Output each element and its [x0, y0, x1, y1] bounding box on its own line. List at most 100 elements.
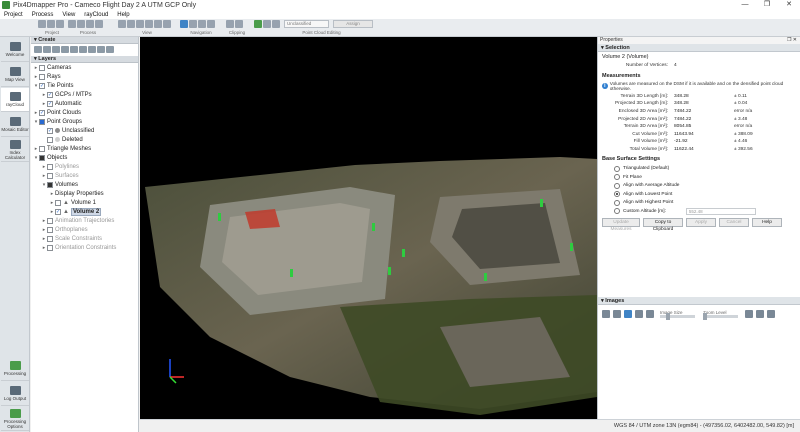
sidebar-item-raycloud[interactable]: rayCloud: [1, 88, 29, 112]
layer-surfaces[interactable]: ▸ Surfaces: [31, 171, 138, 180]
checkbox[interactable]: [47, 163, 53, 170]
selection-header[interactable]: ▾ Selection: [598, 44, 800, 52]
checkbox[interactable]: ✓: [47, 127, 53, 134]
layers-section-header[interactable]: ▾ Layers: [31, 56, 138, 63]
cancel-button[interactable]: Cancel: [719, 218, 749, 228]
layer-tie-points[interactable]: ▾ ✓ Tie Points: [31, 81, 138, 90]
cloud-processing-icon[interactable]: [95, 20, 103, 28]
radio-option[interactable]: Align with Average Altitude: [598, 181, 800, 190]
layer-cameras[interactable]: ▸ Cameras: [31, 63, 138, 72]
checkbox[interactable]: [55, 199, 61, 206]
radio-button[interactable]: [614, 199, 620, 206]
custom-altitude-input[interactable]: 552.48: [685, 207, 756, 215]
delete-icon[interactable]: [97, 46, 105, 53]
checkbox[interactable]: [39, 154, 45, 161]
pan-icon[interactable]: [198, 20, 206, 28]
layer-objects[interactable]: ▾ Objects: [31, 153, 138, 162]
minimize-icon[interactable]: —: [734, 0, 756, 10]
checkbox[interactable]: [39, 145, 45, 152]
layer-scale-constraints[interactable]: ▸ Scale Constraints: [31, 234, 138, 243]
help-button[interactable]: Help: [752, 218, 782, 228]
sidebar-item-index-calculator[interactable]: Index Calculator: [1, 138, 29, 162]
process-options-icon[interactable]: [68, 20, 76, 28]
start-processing-icon[interactable]: [77, 20, 85, 28]
checkbox[interactable]: [47, 181, 53, 188]
checkbox[interactable]: [47, 226, 53, 233]
polyline-icon[interactable]: [43, 46, 51, 53]
trackball-icon[interactable]: [180, 20, 188, 28]
copy-to-clipboard-button[interactable]: Copy to Clipboard: [643, 218, 683, 232]
layer-display-properties[interactable]: ▸ Display Properties: [31, 189, 138, 198]
checkbox[interactable]: [47, 136, 53, 143]
local-processing-icon[interactable]: [86, 20, 94, 28]
radio-button[interactable]: [614, 165, 620, 172]
checkbox[interactable]: ✓: [39, 109, 45, 116]
radio-button[interactable]: [614, 208, 620, 215]
layer-point-clouds[interactable]: ▸ ✓ Point Clouds: [31, 108, 138, 117]
checkbox[interactable]: ✓: [39, 82, 45, 89]
sidebar-item-mosaic-editor[interactable]: Mosaic Editor: [1, 113, 29, 137]
slider-knob[interactable]: [703, 313, 707, 320]
orientation-constraint-icon[interactable]: [79, 46, 87, 53]
zoom-out-icon[interactable]: [127, 20, 135, 28]
view-front-icon[interactable]: [154, 20, 162, 28]
select-points-icon[interactable]: [263, 20, 271, 28]
zoom-fit-icon[interactable]: [136, 20, 144, 28]
zoom-in-icon[interactable]: [745, 310, 753, 318]
clipping-edit-icon[interactable]: [235, 20, 243, 28]
update-measures-button[interactable]: Update Measures: [602, 218, 640, 232]
layer-deleted[interactable]: Deleted: [31, 135, 138, 144]
sidebar-item-processing-options[interactable]: Processing Options: [1, 407, 29, 431]
import-icon[interactable]: [88, 46, 96, 53]
filter-icon[interactable]: [613, 310, 621, 318]
scale-constraint-icon[interactable]: [70, 46, 78, 53]
zoom-fit-icon[interactable]: [767, 310, 775, 318]
rotate-icon[interactable]: [207, 20, 215, 28]
layer-volume-1[interactable]: ▸ ▲ Volume 1: [31, 198, 138, 207]
images-header[interactable]: ▾ Images: [598, 297, 800, 305]
menu-project[interactable]: Project: [4, 12, 23, 18]
image-size-slider[interactable]: [660, 313, 695, 320]
measure-icon[interactable]: [106, 46, 114, 53]
layer-automatic[interactable]: ▸ ✓ Automatic: [31, 99, 138, 108]
layer-animation-trajectories[interactable]: ▸ Animation Trajectories: [31, 216, 138, 225]
checkbox[interactable]: ✓: [47, 100, 53, 107]
layer-orientation-constraints[interactable]: ▸ Orientation Constraints: [31, 243, 138, 252]
image-sort-icon[interactable]: [646, 310, 654, 318]
class-color-icon[interactable]: [272, 20, 280, 28]
undock-icon[interactable]: ❐ ✕: [787, 37, 797, 44]
checkbox[interactable]: [39, 64, 45, 71]
save-project-icon[interactable]: [56, 20, 64, 28]
menu-help[interactable]: Help: [117, 12, 129, 18]
checkbox[interactable]: [47, 244, 53, 251]
menu-raycloud[interactable]: rayCloud: [84, 12, 108, 18]
checkbox[interactable]: [47, 217, 53, 224]
radio-option[interactable]: Fit Plane: [598, 173, 800, 182]
layer-polylines[interactable]: ▸ Polylines: [31, 162, 138, 171]
radio-option[interactable]: Align with Lowest Point: [598, 190, 800, 199]
class-dropdown[interactable]: Unclassified: [284, 20, 329, 28]
layer-gcps[interactable]: ▸ ✓ GCPs / MTPs: [31, 90, 138, 99]
radio-button[interactable]: [614, 174, 620, 181]
checkbox[interactable]: [39, 118, 45, 125]
surface-icon[interactable]: [52, 46, 60, 53]
sidebar-item-welcome[interactable]: Welcome: [1, 38, 29, 62]
layer-rays[interactable]: ▸ Rays: [31, 72, 138, 81]
sidebar-item-log-output[interactable]: Log Output: [1, 382, 29, 406]
checkbox[interactable]: [47, 172, 53, 179]
apply-button[interactable]: Apply: [686, 218, 716, 228]
close-icon[interactable]: ✕: [778, 0, 800, 10]
layer-volumes[interactable]: ▾ Volumes: [31, 180, 138, 189]
sidebar-item-map-view[interactable]: Map View: [1, 63, 29, 87]
open-project-icon[interactable]: [47, 20, 55, 28]
checkbox[interactable]: ✓: [47, 91, 53, 98]
link-icon[interactable]: [602, 310, 610, 318]
checkbox[interactable]: [39, 73, 45, 80]
radio-button-selected[interactable]: [614, 191, 620, 198]
checkbox[interactable]: ✓: [55, 208, 61, 215]
image-list-icon[interactable]: [635, 310, 643, 318]
radio-button[interactable]: [614, 182, 620, 189]
volume-icon[interactable]: [61, 46, 69, 53]
clipping-box-icon[interactable]: [226, 20, 234, 28]
radio-option[interactable]: Triangulated (Default): [598, 164, 800, 173]
